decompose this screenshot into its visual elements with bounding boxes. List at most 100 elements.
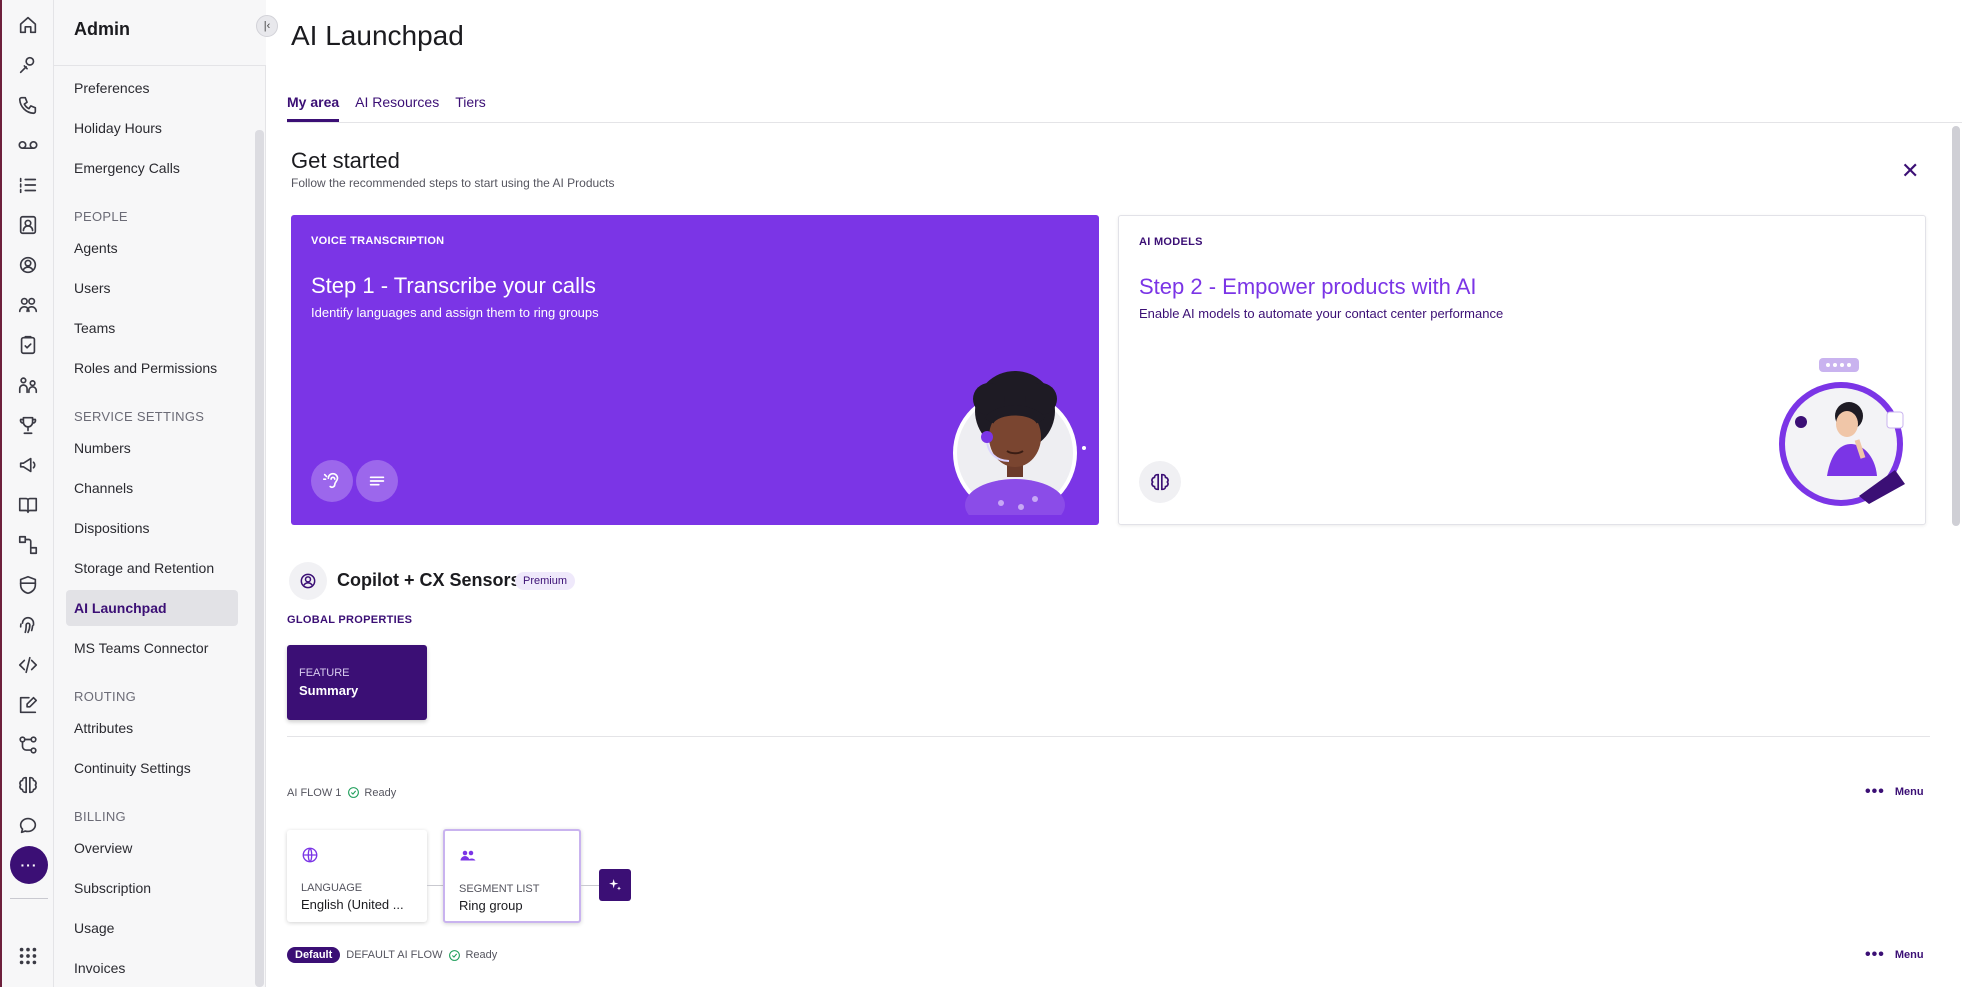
tab-ai-resources[interactable]: AI Resources [355, 90, 439, 122]
main-content: AI Launchpad My area AI Resources Tiers … [267, 0, 1962, 987]
brain-icon[interactable] [15, 772, 41, 798]
text-lines-icon [356, 460, 398, 502]
group-icon [459, 847, 477, 870]
ear-icon [311, 460, 353, 502]
nav-title: Admin [74, 19, 130, 39]
nav-item-numbers[interactable]: Numbers [66, 430, 238, 466]
apps-grid-icon[interactable] [15, 943, 41, 969]
nav-item-attributes[interactable]: Attributes [66, 710, 238, 746]
default-badge: Default [287, 947, 341, 963]
close-icon[interactable]: ✕ [1901, 158, 1919, 184]
shield-icon[interactable] [15, 572, 41, 598]
icon-rail: ··· [0, 0, 54, 987]
tab-tiers[interactable]: Tiers [455, 90, 486, 122]
global-properties-label: GLOBAL PROPERTIES [287, 614, 413, 626]
collapse-left-icon[interactable]: |‹ [256, 15, 278, 37]
nav-item-emergency-calls[interactable]: Emergency Calls [66, 150, 238, 186]
fingerprint-icon[interactable] [15, 612, 41, 638]
headset-icon[interactable] [15, 252, 41, 278]
copilot-title: Copilot + CX Sensors [337, 570, 521, 590]
home-icon[interactable] [15, 12, 41, 38]
nav-item-storage-and-retention[interactable]: Storage and Retention [66, 550, 238, 586]
nav-item-roles-and-permissions[interactable]: Roles and Permissions [66, 350, 238, 386]
get-started-subtitle: Follow the recommended steps to start us… [291, 176, 615, 190]
feature-value: Summary [299, 683, 359, 698]
voice-transcription-card[interactable]: VOICE TRANSCRIPTION Step 1 - Transcribe … [291, 215, 1099, 525]
tabs-divider [287, 122, 1962, 123]
ai-flow-1-label: AI FLOW 1 [287, 786, 342, 799]
page-title: AI Launchpad [291, 20, 464, 51]
nav-item-subscription[interactable]: Subscription [66, 870, 238, 906]
section-divider [287, 736, 1930, 737]
tab-bar: My area AI Resources Tiers [287, 90, 486, 122]
tab-my-area[interactable]: My area [287, 90, 340, 122]
card-kicker: AI MODELS [1139, 236, 1203, 248]
clipboard-icon[interactable] [15, 332, 41, 358]
chat-icon[interactable] [15, 812, 41, 838]
nav-section-people: PEOPLE [74, 209, 128, 224]
flow-connector [581, 885, 599, 886]
premium-badge: Premium [515, 572, 576, 590]
nav-item-ms-teams-connector[interactable]: MS Teams Connector [66, 630, 238, 666]
nav-item-users[interactable]: Users [66, 270, 238, 306]
sparkle-icon [609, 879, 621, 891]
globe-icon [301, 846, 319, 869]
nav-item-holiday-hours[interactable]: Holiday Hours [66, 110, 238, 146]
nav-item-ai-launchpad[interactable]: AI Launchpad [66, 590, 238, 626]
people-network-icon[interactable] [15, 372, 41, 398]
more-dots-icon: ••• [1865, 946, 1885, 963]
ai-user-illustration [1779, 358, 1905, 506]
team-icon[interactable] [15, 292, 41, 318]
ai-sparkle-button[interactable] [599, 869, 631, 901]
nav-section-routing: ROUTING [74, 689, 137, 704]
language-card[interactable]: LANGUAGE English (United ... [287, 830, 427, 922]
nav-item-continuity-settings[interactable]: Continuity Settings [66, 750, 238, 786]
contact-book-icon[interactable] [15, 212, 41, 238]
megaphone-icon[interactable] [15, 452, 41, 478]
nav-item-preferences[interactable]: Preferences [66, 70, 238, 106]
admin-nav: Preferences Holiday Hours Emergency Call… [54, 0, 278, 987]
brain-icon [1139, 461, 1181, 503]
check-circle-icon [449, 949, 461, 961]
nav-item-dispositions[interactable]: Dispositions [66, 510, 238, 546]
main-scrollbar[interactable] [1952, 126, 1960, 526]
agent-illustration [953, 371, 1086, 515]
ready-status: Ready [448, 949, 497, 962]
default-ai-flow-header: Default DEFAULT AI FLOW Ready [287, 947, 497, 963]
feature-summary-card[interactable]: FEATURE Summary [287, 645, 427, 720]
card-description: Identify languages and assign them to ri… [311, 305, 599, 320]
voicemail-icon[interactable] [15, 132, 41, 158]
default-ai-flow-menu-button[interactable]: ••• Menu [1865, 946, 1924, 963]
agent-support-icon[interactable] [15, 52, 41, 78]
nav-scrollbar[interactable] [255, 130, 264, 987]
nav-item-invoices[interactable]: Invoices [66, 950, 238, 986]
copilot-icon [289, 562, 327, 600]
segment-kicker: SEGMENT LIST [459, 883, 540, 895]
more-apps-button[interactable]: ··· [10, 846, 48, 884]
segment-value: Ring group [459, 898, 523, 913]
trophy-icon[interactable] [15, 412, 41, 438]
rail-divider [10, 898, 48, 899]
flow-icon[interactable] [15, 532, 41, 558]
segment-list-card[interactable]: SEGMENT LIST Ring group [443, 829, 581, 923]
nav-item-overview[interactable]: Overview [66, 830, 238, 866]
book-icon[interactable] [15, 492, 41, 518]
language-value: English (United ... [301, 897, 404, 912]
ai-models-card[interactable]: AI MODELS Step 2 - Empower products with… [1118, 215, 1926, 525]
workflow-icon[interactable] [15, 732, 41, 758]
nav-item-usage[interactable]: Usage [66, 910, 238, 946]
default-ai-flow-label: DEFAULT AI FLOW [346, 949, 443, 961]
get-started-title: Get started [291, 148, 400, 173]
list-icon[interactable] [15, 172, 41, 198]
edit-icon[interactable] [15, 692, 41, 718]
card-kicker: VOICE TRANSCRIPTION [311, 235, 445, 247]
ai-flow-1-menu-button[interactable]: ••• Menu [1865, 783, 1924, 800]
nav-item-agents[interactable]: Agents [66, 230, 238, 266]
nav-item-channels[interactable]: Channels [66, 470, 238, 506]
code-icon[interactable] [15, 652, 41, 678]
ready-status-text: Ready [364, 786, 397, 799]
nav-item-teams[interactable]: Teams [66, 310, 238, 346]
card-step-title: Step 1 - Transcribe your calls [311, 273, 596, 298]
more-dots-icon: ••• [1865, 783, 1885, 800]
phone-icon[interactable] [15, 92, 41, 118]
